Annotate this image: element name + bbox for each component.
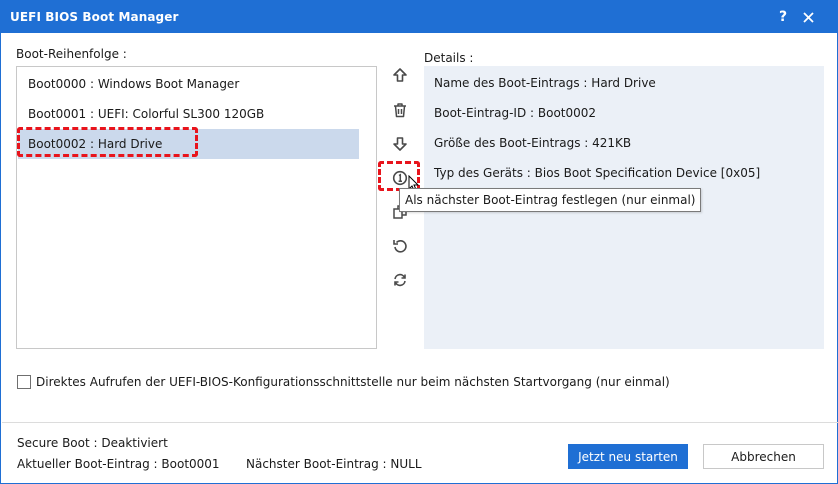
direct-uefi-option[interactable]: Direktes Aufrufen der UEFI-BIOS-Konfigur… <box>17 375 670 389</box>
detail-device-type: Typ des Geräts : Bios Boot Specification… <box>434 166 761 180</box>
boot-entry-0002[interactable]: Boot0002 : Hard Drive <box>18 129 359 159</box>
direct-uefi-checkbox[interactable] <box>17 375 31 389</box>
move-up-button[interactable] <box>387 63 413 87</box>
boot-manager-window: UEFI BIOS Boot Manager ? Boot-Reihenfolg… <box>0 0 838 484</box>
footer-divider <box>2 422 838 423</box>
close-icon <box>802 11 814 23</box>
window-title: UEFI BIOS Boot Manager <box>10 10 179 24</box>
detail-entry-id: Boot-Eintrag-ID : Boot0002 <box>434 106 597 120</box>
current-boot-entry: Aktueller Boot-Eintrag : Boot0001 <box>17 457 220 471</box>
detail-entry-name: Name des Boot-Eintrags : Hard Drive <box>434 76 656 90</box>
set-next-boot-icon <box>392 170 408 186</box>
details-label: Details : <box>424 51 474 65</box>
title-bar: UEFI BIOS Boot Manager ? <box>1 1 837 33</box>
boot-entry-0000[interactable]: Boot0000 : Windows Boot Manager <box>18 69 359 99</box>
boot-order-list[interactable]: Boot0000 : Windows Boot Manager Boot0001… <box>16 66 377 349</box>
tooltip-set-next-boot: Als nächster Boot-Eintrag festlegen (nur… <box>399 188 702 212</box>
move-down-button[interactable] <box>387 132 413 156</box>
refresh-button[interactable] <box>387 268 413 292</box>
undo-icon <box>393 240 407 253</box>
help-icon: ? <box>778 9 788 25</box>
restart-now-button[interactable]: Jetzt neu starten <box>568 444 688 469</box>
trash-icon <box>394 103 406 118</box>
arrow-down-icon <box>393 137 407 151</box>
cancel-button[interactable]: Abbrechen <box>703 444 824 469</box>
refresh-icon <box>394 273 406 287</box>
help-button[interactable]: ? <box>771 5 795 29</box>
boot-order-label: Boot-Reihenfolge : <box>16 47 127 61</box>
detail-entry-size: Größe des Boot-Eintrags : 421KB <box>434 136 632 150</box>
undo-button[interactable] <box>387 234 413 258</box>
delete-button[interactable] <box>387 98 413 122</box>
secure-boot-status: Secure Boot : Deaktiviert <box>17 436 168 450</box>
next-boot-entry: Nächster Boot-Eintrag : NULL <box>246 457 422 471</box>
close-button[interactable] <box>796 5 820 29</box>
boot-entry-0001[interactable]: Boot0001 : UEFI: Colorful SL300 120GB <box>18 99 359 129</box>
arrow-up-icon <box>393 68 407 82</box>
direct-uefi-label: Direktes Aufrufen der UEFI-BIOS-Konfigur… <box>36 375 670 389</box>
